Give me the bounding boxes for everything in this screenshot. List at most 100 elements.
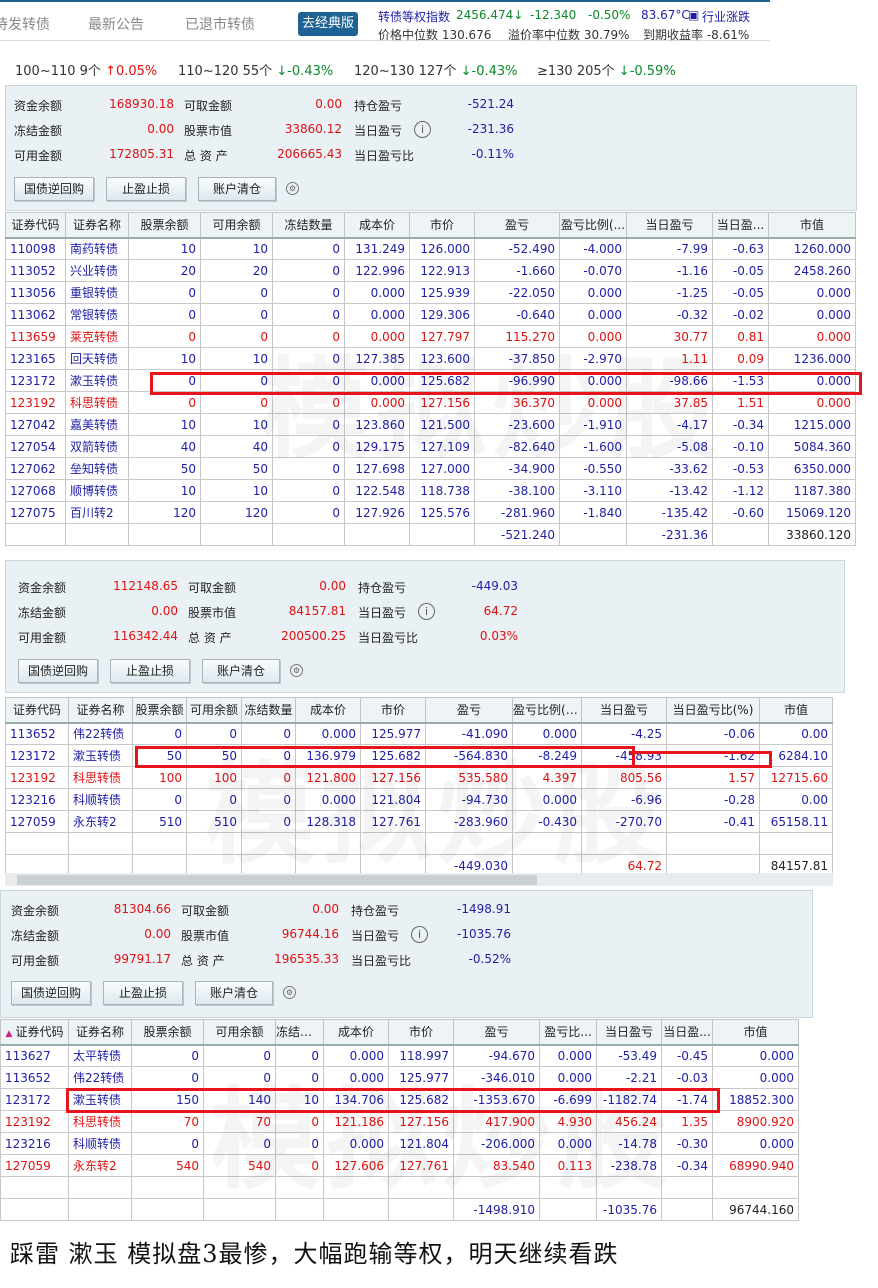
column-header[interactable]: 当日盈... [712, 212, 769, 239]
settings-icon[interactable]: ⚙ [286, 182, 299, 195]
clear-account-button[interactable]: 账户清仓 [198, 177, 276, 201]
table-row[interactable]: 123216 科顺转债 0 0 0 0.000 121.804 -94.730 0.000 -6.… [5, 788, 833, 811]
cell-day-pl: -4.25 [581, 722, 667, 745]
table-row[interactable]: 123165 回天转债 10 10 0 127.385 123.600 -37.850 -2.9… [5, 347, 856, 370]
settings-icon[interactable]: ⚙ [283, 986, 296, 999]
column-header[interactable]: 当日盈... [661, 1019, 713, 1046]
cell-day-pl-pct: -1.74 [661, 1088, 713, 1111]
clear-account-button[interactable]: 账户清仓 [202, 659, 280, 683]
column-header[interactable]: 市价 [360, 697, 426, 724]
sort-asc-icon: ▲ [5, 1029, 13, 1040]
horizontal-scrollbar[interactable] [5, 873, 833, 886]
info-icon[interactable]: i [414, 121, 431, 138]
tab-upcoming[interactable]: 待发转债 [0, 14, 50, 34]
stop-profit-loss-button[interactable]: 止盈止损 [106, 177, 186, 201]
column-header[interactable]: 成本价 [323, 1019, 389, 1046]
table-row[interactable]: 127054 双箭转债 40 40 0 129.175 127.109 -82.640 -1.6… [5, 435, 856, 458]
table-row[interactable]: 113627 太平转债 0 0 0 0.000 118.997 -94.670 0.000 -53… [0, 1044, 799, 1067]
table-row[interactable]: 113652 伟22转债 0 0 0 0.000 125.977 -41.090 0.000 -4… [5, 722, 833, 745]
column-header[interactable]: 当日盈亏 [626, 212, 713, 239]
table-row[interactable]: 123172 漱玉转债 50 50 0 136.979 125.682 -564.830 -8.… [5, 744, 833, 767]
info-icon[interactable]: i [418, 603, 435, 620]
column-header[interactable]: 盈亏 [474, 212, 560, 239]
column-header[interactable]: 市价 [388, 1019, 454, 1046]
scrollbar-thumb[interactable] [17, 875, 537, 885]
table-row[interactable]: 123192 科思转债 70 70 0 121.186 127.156 417.900 4.93… [0, 1110, 799, 1133]
empty-cell [581, 832, 667, 855]
reverse-repo-button[interactable]: 国债逆回购 [14, 177, 94, 201]
column-header[interactable]: 可用余额 [186, 697, 242, 724]
table-row[interactable]: 127059 永东转2 510 510 0 128.318 127.761 -283.960-… [5, 810, 833, 833]
column-header[interactable]: 成本价 [295, 697, 361, 724]
industry-link[interactable]: 行业涨跌 [702, 8, 750, 25]
column-header[interactable]: 股票余额 [131, 1019, 204, 1046]
column-header[interactable]: 股票余额 [128, 212, 201, 239]
table-row[interactable]: 127062 垒知转债 50 50 0 127.698 127.000 -34.900 -0.5… [5, 457, 856, 480]
column-header[interactable]: 当日盈亏 [596, 1019, 662, 1046]
cell-day-pl-pct: -0.53 [712, 457, 769, 480]
table-row[interactable]: 110098 南药转债 10 10 0 131.249 126.000 -52.490 -4.0… [5, 237, 856, 260]
cell-name: 科思转债 [68, 766, 133, 789]
column-header[interactable]: 可用余额 [200, 212, 273, 239]
table-row[interactable]: 123192 科思转债 0 0 0 0.000 127.156 36.370 0.000 37.8… [5, 391, 856, 414]
column-header[interactable]: 冻结数量 [241, 697, 296, 724]
cell-cost: 0.000 [344, 391, 410, 414]
table-row[interactable]: 113659 莱克转债 0 0 0 0.000 127.797 115.270 0.000 30.… [5, 325, 856, 348]
table-row[interactable]: 127042 嘉美转债 10 10 0 123.860 121.500 -23.600 -1.9… [5, 413, 856, 436]
column-header[interactable]: 盈亏比... [539, 1019, 597, 1046]
column-header[interactable]: 市值 [712, 1019, 799, 1046]
settings-icon[interactable]: ⚙ [290, 664, 303, 677]
cell-value: 18852.300 [712, 1088, 799, 1111]
column-header[interactable]: 市值 [768, 212, 856, 239]
column-header[interactable]: 证券代码 [5, 212, 66, 239]
table-row[interactable]: 113052 兴业转债 20 20 0 122.996 122.913 -1.660 -0.07… [5, 259, 856, 282]
cell-code: 123216 [5, 788, 69, 811]
cell-day-pl: -14.78 [596, 1132, 662, 1155]
column-header[interactable]: 市值 [759, 697, 833, 724]
classic-version-button[interactable]: 去经典版 [298, 12, 358, 36]
column-header[interactable]: 盈亏比例(... [559, 212, 627, 239]
table-row[interactable]: 123172 漱玉转债 150 140 10 134.706 125.682 -1353.67… [0, 1088, 799, 1111]
clear-account-button[interactable]: 账户清仓 [195, 981, 273, 1005]
column-header[interactable]: 成本价 [344, 212, 410, 239]
cell-qty: 0 [131, 1066, 204, 1089]
table-row[interactable]: 123192 科思转债 100 100 0 121.800 127.156 535.580 4.… [5, 766, 833, 789]
cell-pl-pct: -1.840 [559, 501, 627, 524]
column-header[interactable]: 盈亏 [425, 697, 513, 724]
table-row[interactable]: 127075 百川转2 120 120 0 127.926 125.576 -281.960-… [5, 501, 856, 524]
column-header[interactable]: 盈亏比例(%) [512, 697, 582, 724]
column-header[interactable]: 盈亏 [453, 1019, 540, 1046]
column-header[interactable]: 证券名称 [65, 212, 129, 239]
table-row[interactable]: 127059 永东转2 540 540 0 127.606 127.761 83.540 0.1… [0, 1154, 799, 1177]
stop-profit-loss-button[interactable]: 止盈止损 [110, 659, 190, 683]
table-row[interactable]: 113652 伟22转债 0 0 0 0.000 125.977 -346.010 0.000-… [0, 1066, 799, 1089]
column-header[interactable]: 证券名称 [68, 1019, 132, 1046]
cell-price: 118.997 [388, 1044, 454, 1067]
table-row[interactable]: 113062 常银转债 0 0 0 0.000 129.306 -0.640 0.000 -0.3… [5, 303, 856, 326]
column-header[interactable]: 冻结数... [275, 1019, 324, 1046]
stop-profit-loss-button[interactable]: 止盈止损 [103, 981, 183, 1005]
cell-day-pl: 1.11 [626, 347, 713, 370]
column-header[interactable]: ▲ 证券代码 [0, 1019, 69, 1046]
column-header[interactable]: 证券名称 [68, 697, 133, 724]
cell-pl: -82.640 [474, 435, 560, 458]
tab-delisted[interactable]: 已退市转债 [185, 14, 255, 34]
cell-pl-pct: -0.430 [512, 810, 582, 833]
total-cell [5, 523, 66, 546]
column-header[interactable]: 股票余额 [132, 697, 187, 724]
table-row[interactable]: 127068 顺博转债 10 10 0 122.548 118.738 -38.100 -3.1… [5, 479, 856, 502]
table-row[interactable]: 123172 漱玉转债 0 0 0 0.000 125.682 -96.990 0.000 -98… [5, 369, 856, 392]
reverse-repo-button[interactable]: 国债逆回购 [11, 981, 91, 1005]
column-header[interactable]: 当日盈亏 [581, 697, 667, 724]
column-header[interactable]: 当日盈亏比(%) [666, 697, 760, 724]
tab-announcements[interactable]: 最新公告 [88, 14, 144, 34]
column-header[interactable]: 证券代码 [5, 697, 69, 724]
reverse-repo-button[interactable]: 国债逆回购 [18, 659, 98, 683]
column-header[interactable]: 市价 [409, 212, 475, 239]
table-row[interactable]: 113056 重银转债 0 0 0 0.000 125.939 -22.050 0.000 -1.… [5, 281, 856, 304]
column-header[interactable]: 可用余额 [203, 1019, 276, 1046]
column-header[interactable]: 冻结数量 [272, 212, 345, 239]
total-cell [344, 523, 410, 546]
info-icon[interactable]: i [411, 926, 428, 943]
table-row[interactable]: 123216 科顺转债 0 0 0 0.000 121.804 -206.000 0.000 -1… [0, 1132, 799, 1155]
